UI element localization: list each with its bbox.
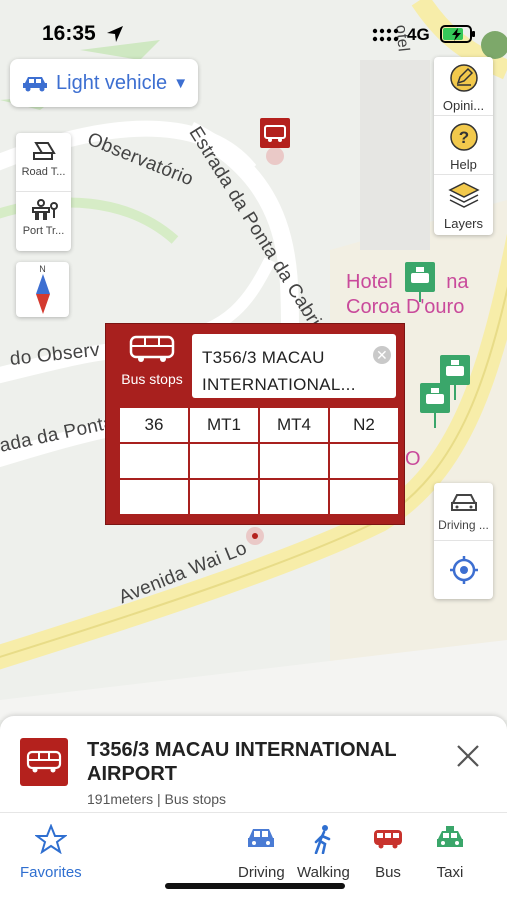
route-cell: [330, 444, 398, 478]
walking-icon: [315, 825, 331, 855]
route-cell[interactable]: MT4: [260, 408, 328, 442]
car-outline-icon: [450, 494, 477, 511]
route-cell[interactable]: 36: [120, 408, 188, 442]
route-cell: [190, 480, 258, 514]
bus-tab[interactable]: Bus: [372, 824, 404, 881]
taxi-stand-marker[interactable]: [420, 383, 450, 433]
compass-icon: [35, 274, 50, 314]
favorites-button[interactable]: Favorites: [20, 823, 82, 881]
status-time: 16:35: [42, 22, 96, 45]
route-cell: [190, 444, 258, 478]
left-tool-panel: Road T... Port Tr...: [16, 133, 71, 251]
signal-icon: [372, 28, 399, 42]
layers-button[interactable]: Layers: [434, 175, 493, 234]
bus-stop-tile: [20, 738, 68, 786]
driving-label: Driving: [238, 864, 285, 881]
battery-icon: [440, 25, 475, 43]
table-row: 36 MT1 MT4 N2: [120, 408, 398, 442]
locate-target-icon: [449, 556, 478, 584]
location-arrow-icon: [107, 26, 123, 42]
layers-icon: [447, 182, 480, 208]
popup-title: T356/3 MACAU INTERNATIONAL... ✕: [192, 334, 396, 398]
route-cell: [260, 444, 328, 478]
hotel-label-line1: Hotel: [346, 271, 393, 293]
help-button[interactable]: ? Help: [434, 116, 493, 175]
popup-close-button[interactable]: ✕: [373, 346, 391, 364]
compass-button[interactable]: N: [16, 262, 69, 317]
divider: [0, 812, 507, 813]
route-cell: [330, 480, 398, 514]
opinion-icon: [449, 64, 478, 92]
star-icon: [33, 823, 68, 855]
bus-stop-category-label: Bus stops: [121, 371, 183, 387]
taxi-icon: [437, 826, 463, 847]
taxi-label: Taxi: [436, 864, 464, 881]
table-row: [120, 444, 398, 478]
popup-title-line1: T356/3 MACAU: [202, 348, 325, 367]
svg-text:?: ?: [458, 128, 468, 147]
driving-mode-label: Driving ...: [438, 518, 489, 532]
taxi-stand-marker[interactable]: [405, 262, 435, 307]
port-traffic-label: Port Tr...: [22, 225, 65, 237]
road-tool-label: Road T...: [21, 166, 66, 178]
home-indicator: [165, 883, 345, 889]
bottom-sheet: T356/3 MACAU INTERNATIONAL AIRPORT 191me…: [0, 716, 507, 900]
close-icon: ✕: [375, 347, 389, 363]
route-cell: [120, 444, 188, 478]
road-tool-button[interactable]: Road T...: [16, 133, 71, 192]
route-cell: [260, 480, 328, 514]
driving-locate-panel: Driving ...: [434, 483, 493, 599]
table-row: [120, 480, 398, 514]
bus-label: Bus: [375, 864, 401, 881]
bus-stop-popup[interactable]: Bus stops T356/3 MACAU INTERNATIONAL... …: [105, 323, 405, 525]
bus-icon: [26, 750, 62, 773]
port-traffic-button[interactable]: Port Tr...: [16, 192, 71, 251]
network-type: 4G: [407, 25, 430, 44]
help-icon: ?: [449, 123, 478, 151]
selected-stop-dot[interactable]: [245, 524, 265, 553]
opinion-label: Opini...: [442, 98, 485, 113]
status-bar: 16:35 4G: [0, 0, 507, 60]
route-table: 36 MT1 MT4 N2: [118, 406, 400, 516]
opinion-button[interactable]: Opini...: [434, 57, 493, 116]
sheet-close-button[interactable]: [452, 740, 484, 772]
car-icon: [23, 77, 47, 92]
walking-tab[interactable]: Walking: [297, 824, 350, 881]
driving-tab[interactable]: Driving: [238, 824, 285, 881]
walking-label: Walking: [297, 864, 350, 881]
stop-distance-category: 191meters | Bus stops: [87, 791, 227, 807]
layers-label: Layers: [443, 216, 484, 231]
compass-north-label: N: [39, 264, 46, 274]
bus-icon: [374, 830, 402, 849]
locate-me-button[interactable]: [434, 541, 493, 599]
road-tool-icon: [32, 142, 56, 160]
favorites-label: Favorites: [20, 864, 82, 881]
popup-title-line2: INTERNATIONAL...: [202, 375, 356, 394]
vehicle-type-dropdown[interactable]: Light vehicle ▼: [10, 59, 198, 107]
car-icon: [248, 829, 275, 847]
route-cell[interactable]: N2: [330, 408, 398, 442]
chevron-down-icon: ▼: [173, 74, 189, 92]
driving-mode-button[interactable]: Driving ...: [434, 483, 493, 541]
help-label: Help: [450, 157, 477, 172]
hotel-label-line2: na: [446, 271, 469, 293]
route-cell: [120, 480, 188, 514]
bus-icon: [129, 335, 175, 362]
right-tool-panel: Opini... ? Help Layers: [434, 57, 493, 235]
map-label: O: [405, 448, 421, 470]
taxi-tab[interactable]: Taxi: [434, 824, 466, 881]
close-icon: [457, 745, 479, 767]
route-cell[interactable]: MT1: [190, 408, 258, 442]
bus-stop-category: Bus stops: [114, 334, 190, 394]
vehicle-type-label: Light vehicle: [56, 71, 168, 94]
port-traffic-icon: [31, 199, 58, 220]
bus-stop-marker[interactable]: [260, 118, 290, 173]
stop-title: T356/3 MACAU INTERNATIONAL AIRPORT: [87, 739, 397, 785]
